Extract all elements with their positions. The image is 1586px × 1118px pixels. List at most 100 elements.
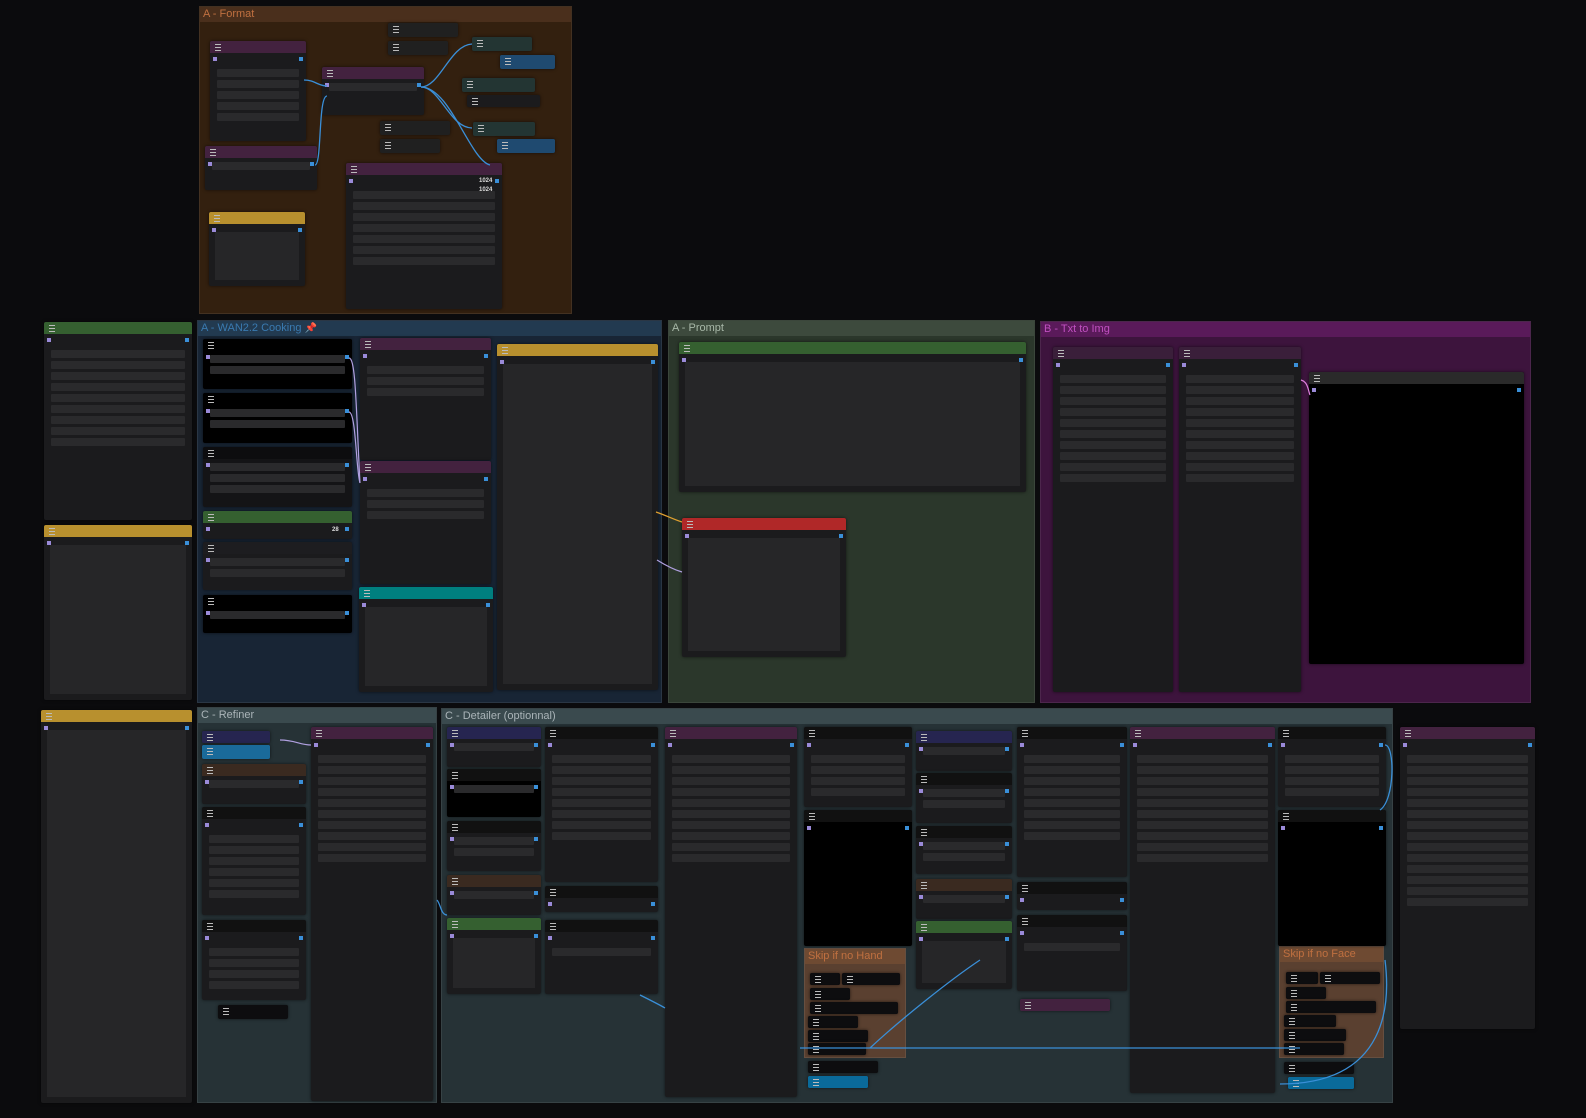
- graph-node[interactable]: [202, 807, 306, 915]
- output-slot[interactable]: [1166, 363, 1170, 367]
- node-title-bar[interactable]: [842, 973, 900, 985]
- node-title-bar[interactable]: [808, 1061, 878, 1073]
- output-slot[interactable]: [486, 603, 490, 607]
- node-widget[interactable]: [1024, 788, 1120, 796]
- node-title-bar[interactable]: [202, 764, 306, 776]
- node-widget[interactable]: [210, 409, 345, 417]
- node-widget[interactable]: [1137, 788, 1268, 796]
- output-slot[interactable]: [790, 743, 794, 747]
- hamburger-icon[interactable]: [327, 70, 333, 77]
- node-title-bar[interactable]: [810, 988, 850, 1000]
- graph-node[interactable]: [202, 745, 270, 759]
- hamburger-icon[interactable]: [452, 772, 458, 779]
- input-slot[interactable]: [1403, 743, 1407, 747]
- hamburger-icon[interactable]: [813, 1079, 819, 1086]
- graph-node[interactable]: [545, 920, 658, 994]
- node-widget[interactable]: [1060, 419, 1166, 427]
- graph-node[interactable]: [1278, 810, 1386, 946]
- node-title-bar[interactable]: [545, 727, 658, 739]
- node-title-bar[interactable]: [203, 339, 352, 351]
- node-title-bar[interactable]: [1284, 1029, 1346, 1041]
- output-slot[interactable]: [417, 83, 421, 87]
- hamburger-icon[interactable]: [207, 767, 213, 774]
- node-title-bar[interactable]: [808, 1076, 868, 1088]
- node-widget[interactable]: [1407, 777, 1528, 785]
- node-widget[interactable]: [1407, 843, 1528, 851]
- node-widget[interactable]: [454, 785, 534, 793]
- hamburger-icon[interactable]: [550, 889, 556, 896]
- node-widget[interactable]: [329, 83, 417, 91]
- node-title-bar[interactable]: [682, 518, 846, 530]
- node-title-bar[interactable]: [203, 595, 352, 607]
- node-widget[interactable]: [552, 832, 651, 840]
- graph-node[interactable]: [360, 338, 491, 460]
- input-slot[interactable]: [919, 842, 923, 846]
- node-title-bar[interactable]: [44, 322, 192, 334]
- node-widget[interactable]: [51, 427, 185, 435]
- node-widget[interactable]: [1060, 408, 1166, 416]
- output-slot[interactable]: [534, 891, 538, 895]
- hamburger-icon[interactable]: [921, 734, 927, 741]
- hamburger-icon[interactable]: [208, 545, 214, 552]
- hamburger-icon[interactable]: [815, 991, 821, 998]
- node-title-bar[interactable]: [916, 773, 1012, 785]
- node-widget[interactable]: [318, 854, 426, 862]
- input-slot[interactable]: [205, 780, 209, 784]
- hamburger-icon[interactable]: [1289, 1018, 1295, 1025]
- output-slot[interactable]: [534, 743, 538, 747]
- input-slot[interactable]: [1056, 363, 1060, 367]
- node-widget[interactable]: [353, 257, 495, 265]
- output-slot[interactable]: [1268, 743, 1272, 747]
- node-widget[interactable]: [672, 799, 790, 807]
- graph-node[interactable]: [322, 67, 424, 115]
- hamburger-icon[interactable]: [223, 1008, 229, 1015]
- graph-node[interactable]: [1286, 987, 1326, 999]
- input-slot[interactable]: [1020, 931, 1024, 935]
- node-widget[interactable]: [1060, 375, 1166, 383]
- node-widget[interactable]: [923, 842, 1005, 850]
- node-widget[interactable]: [1024, 943, 1120, 951]
- graph-node[interactable]: [472, 37, 532, 51]
- input-slot[interactable]: [548, 902, 552, 906]
- input-slot[interactable]: [450, 934, 454, 938]
- node-title-bar[interactable]: [1286, 1001, 1376, 1013]
- node-title-bar[interactable]: [467, 95, 540, 107]
- node-title-bar[interactable]: [202, 731, 270, 743]
- graph-node[interactable]: [497, 344, 658, 690]
- node-title-bar[interactable]: [203, 511, 352, 523]
- hamburger-icon[interactable]: [207, 734, 213, 741]
- graph-node[interactable]: [380, 139, 440, 153]
- node-widget[interactable]: [51, 350, 185, 358]
- input-slot[interactable]: [919, 937, 923, 941]
- input-slot[interactable]: [919, 747, 923, 751]
- graph-node[interactable]: [1179, 347, 1301, 692]
- node-widget[interactable]: [217, 91, 299, 99]
- node-widget[interactable]: [1024, 755, 1120, 763]
- node-title-bar[interactable]: [202, 745, 270, 757]
- graph-node[interactable]: [808, 1030, 868, 1042]
- node-widget[interactable]: [51, 394, 185, 402]
- hamburger-icon[interactable]: [207, 923, 213, 930]
- hamburger-icon[interactable]: [1289, 1032, 1295, 1039]
- graph-node[interactable]: [916, 773, 1012, 823]
- node-widget[interactable]: [552, 799, 651, 807]
- node-title-bar[interactable]: [497, 139, 555, 151]
- node-title-bar[interactable]: [1130, 727, 1275, 739]
- graph-node[interactable]: [1320, 972, 1380, 984]
- output-slot[interactable]: [345, 527, 349, 531]
- hamburger-icon[interactable]: [1022, 918, 1028, 925]
- node-widget[interactable]: [1285, 788, 1379, 796]
- graph-node[interactable]: [447, 821, 541, 871]
- node-widget[interactable]: [672, 777, 790, 785]
- node-widget[interactable]: [1186, 441, 1294, 449]
- graph-node[interactable]: [203, 393, 352, 443]
- graph-node[interactable]: [447, 918, 541, 994]
- output-slot[interactable]: [345, 611, 349, 615]
- group-title[interactable]: Skip if no Hand: [805, 949, 905, 964]
- node-title-bar[interactable]: [473, 122, 535, 134]
- graph-node[interactable]: [44, 322, 192, 520]
- hamburger-icon[interactable]: [46, 713, 52, 720]
- graph-node[interactable]: [380, 121, 450, 135]
- input-slot[interactable]: [44, 726, 48, 730]
- output-slot[interactable]: [1528, 743, 1532, 747]
